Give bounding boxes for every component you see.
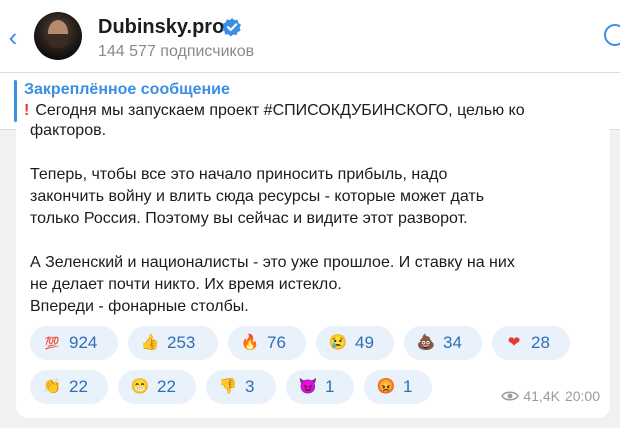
reaction-count: 76: [267, 333, 286, 352]
reaction-count: 28: [531, 333, 550, 352]
reaction-count: 3: [245, 377, 255, 396]
reaction-thumbs-down[interactable]: 👎 3: [206, 370, 276, 404]
reaction-clap[interactable]: 👏 22: [30, 370, 108, 404]
reaction-count: 253: [167, 333, 196, 352]
reaction-count: 22: [69, 377, 88, 396]
fire-icon: 🔥: [240, 334, 260, 351]
message-line: факторов.: [30, 122, 107, 139]
reaction-angry[interactable]: 😡 1: [364, 370, 432, 404]
message-line: Впереди - фонарные столбы.: [30, 298, 249, 315]
reaction-poop[interactable]: 💩 34: [404, 326, 482, 360]
chat-background: [0, 418, 620, 428]
pinned-text: ! Сегодня мы запускаем проект #СПИСОКДУБИ…: [24, 102, 525, 120]
reaction-hundred[interactable]: 💯 924: [30, 326, 118, 360]
message-line: А Зеленский и националисты - это уже про…: [30, 254, 515, 271]
message-line: не делает почти никто. Их время истекло.: [30, 276, 342, 293]
message-bubble: факторов. Теперь, чтобы все это начало п…: [16, 120, 610, 418]
reaction-count: 34: [443, 333, 462, 352]
chevron-left-icon[interactable]: ‹: [4, 24, 22, 50]
message-line: закончить войну и влить сюда ресурсы - к…: [30, 188, 485, 205]
devil-icon: 😈: [298, 378, 318, 395]
reaction-count: 1: [325, 377, 335, 396]
verified-badge-icon: [222, 18, 241, 37]
view-count: 41,4K: [523, 388, 560, 404]
reaction-grin[interactable]: 😁 22: [118, 370, 196, 404]
message-time: 20:00: [564, 388, 600, 404]
reaction-count: 1: [403, 377, 413, 396]
reaction-heart[interactable]: ❤ 28: [492, 326, 570, 360]
avatar-beard: [48, 34, 68, 48]
channel-header: ‹ Dubinsky.pro 144 577 подписчиков: [0, 0, 620, 73]
pinned-text-content: Сегодня мы запускаем проект #СПИСОКДУБИН…: [35, 102, 525, 119]
poop-icon: 💩: [416, 334, 436, 351]
reaction-count: 49: [355, 333, 374, 352]
subscriber-count: 144 577 подписчиков: [98, 43, 255, 60]
search-icon[interactable]: [604, 24, 620, 46]
reaction-crying[interactable]: 😢 49: [316, 326, 394, 360]
thumbs-down-icon: 👎: [218, 378, 238, 395]
message-meta: 41,4K 20:00: [501, 388, 600, 404]
message-text: факторов. Теперь, чтобы все это начало п…: [30, 120, 610, 318]
pinned-indicator: [14, 80, 17, 122]
avatar[interactable]: [34, 12, 82, 60]
crying-icon: 😢: [328, 334, 348, 351]
reaction-devil[interactable]: 😈 1: [286, 370, 354, 404]
eye-icon: [501, 391, 520, 401]
reaction-count: 22: [157, 377, 176, 396]
clap-icon: 👏: [42, 378, 62, 395]
channel-title[interactable]: Dubinsky.pro: [98, 16, 224, 39]
message-line: Теперь, чтобы все это начало приносить п…: [30, 166, 448, 183]
message-line: только Россия. Поэтому вы сейчас и видит…: [30, 210, 468, 227]
grin-icon: 😁: [130, 378, 150, 395]
reaction-fire[interactable]: 🔥 76: [228, 326, 306, 360]
heart-icon: ❤: [507, 334, 521, 351]
angry-icon: 😡: [376, 378, 396, 395]
reaction-count: 924: [69, 333, 98, 352]
hundred-icon: 💯: [44, 336, 60, 350]
exclamation-icon: !: [24, 102, 30, 119]
thumbs-up-icon: 👍: [140, 334, 160, 351]
reaction-thumbs-up[interactable]: 👍 253: [128, 326, 218, 360]
pinned-label: Закреплённое сообщение: [24, 81, 230, 98]
